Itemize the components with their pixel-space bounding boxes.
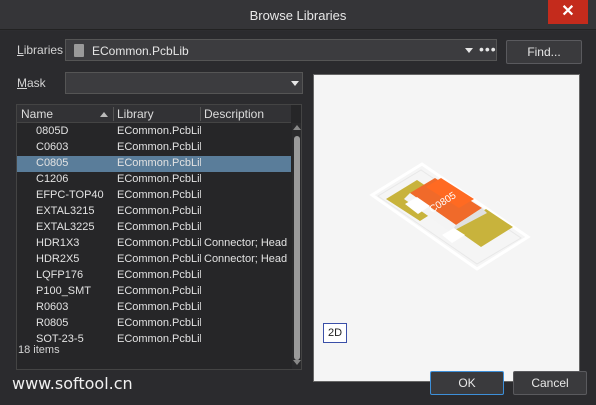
list-rows: 0805D ECommon.PcbLib C0603 ECommon.PcbLib C0…: [17, 124, 291, 369]
vertical-scrollbar[interactable]: [292, 123, 301, 369]
table-row[interactable]: R0805 ECommon.PcbLib: [17, 316, 291, 332]
libraries-label: Libraries: [17, 43, 64, 57]
table-row[interactable]: LQFP176 ECommon.PcbLib: [17, 268, 291, 284]
sort-ascending-icon: [100, 112, 108, 117]
table-row[interactable]: EXTAL3215 ECommon.PcbLib: [17, 204, 291, 220]
footprint-preview[interactable]: C0805 2D: [313, 74, 580, 382]
window-title: Browse Libraries: [249, 8, 347, 23]
cell-name: EXTAL3215: [36, 205, 95, 217]
cell-name: C0805: [36, 157, 69, 169]
column-header-name[interactable]: Name: [21, 107, 53, 121]
table-row[interactable]: HDR1X3 ECommon.PcbLib Connector; Head: [17, 236, 291, 252]
cell-library: ECommon.PcbLib: [117, 333, 201, 345]
cell-library: ECommon.PcbLib: [117, 157, 201, 169]
libraries-value: ECommon.PcbLib: [92, 44, 189, 58]
table-row[interactable]: C0805 ECommon.PcbLib: [17, 156, 291, 172]
libraries-combo[interactable]: ECommon.PcbLib •••: [65, 39, 497, 61]
table-row[interactable]: C1206 ECommon.PcbLib: [17, 172, 291, 188]
table-row[interactable]: C0603 ECommon.PcbLib: [17, 140, 291, 156]
table-row[interactable]: R0603 ECommon.PcbLib: [17, 300, 291, 316]
cell-library: ECommon.PcbLib: [117, 253, 201, 265]
cancel-button[interactable]: Cancel: [513, 371, 587, 395]
items-count: 18 items: [18, 344, 60, 356]
cell-name: HDR1X3: [36, 237, 80, 249]
cell-library: ECommon.PcbLib: [117, 189, 201, 201]
cell-library: ECommon.PcbLib: [117, 173, 201, 185]
cell-description: Connector; Head: [204, 237, 288, 249]
cell-name: 0805D: [36, 125, 69, 137]
cell-library: ECommon.PcbLib: [117, 237, 201, 249]
chevron-down-icon[interactable]: [465, 48, 473, 53]
footprint-3d-model: C0805: [369, 162, 531, 271]
watermark-logo: www.softool.cn: [12, 374, 133, 393]
scroll-down-icon[interactable]: [293, 360, 301, 365]
find-button[interactable]: Find...: [506, 40, 582, 64]
cell-name: R0603: [36, 301, 69, 313]
chevron-down-icon[interactable]: [291, 81, 299, 86]
table-row[interactable]: P100_SMT ECommon.PcbLib: [17, 284, 291, 300]
cell-name: EXTAL3225: [36, 221, 95, 233]
cell-library: ECommon.PcbLib: [117, 317, 201, 329]
scrollbar-thumb[interactable]: [294, 136, 300, 360]
cell-name: C0603: [36, 141, 69, 153]
mask-combo[interactable]: [65, 72, 303, 94]
close-button[interactable]: ✕: [548, 0, 588, 24]
scroll-up-icon[interactable]: [293, 125, 301, 130]
component-list[interactable]: Name Library Description 0805D ECommon.Pc…: [16, 104, 302, 370]
cell-name: HDR2X5: [36, 253, 80, 265]
column-divider[interactable]: [113, 107, 114, 121]
table-row[interactable]: HDR2X5 ECommon.PcbLib Connector; Head: [17, 252, 291, 268]
title-bar: Browse Libraries ✕: [0, 0, 596, 30]
list-header: Name Library Description: [17, 105, 291, 123]
ok-button[interactable]: OK: [430, 371, 504, 395]
library-icon: [74, 44, 84, 57]
cell-name: C1206: [36, 173, 69, 185]
cell-name: LQFP176: [36, 269, 84, 281]
cell-library: ECommon.PcbLib: [117, 125, 201, 137]
cell-name: R0805: [36, 317, 69, 329]
column-divider[interactable]: [200, 107, 201, 121]
cell-library: ECommon.PcbLib: [117, 301, 201, 313]
cell-description: Connector; Head: [204, 253, 288, 265]
mask-label: Mask: [17, 76, 46, 90]
cell-library: ECommon.PcbLib: [117, 269, 201, 281]
dialog-body: Libraries ECommon.PcbLib ••• Find... Mas…: [0, 31, 596, 405]
cell-library: ECommon.PcbLib: [117, 285, 201, 297]
2d-toggle-button[interactable]: 2D: [323, 323, 347, 343]
table-row[interactable]: 0805D ECommon.PcbLib: [17, 124, 291, 140]
table-row[interactable]: EFPC-TOP40 ECommon.PcbLib: [17, 188, 291, 204]
cell-name: EFPC-TOP40: [36, 189, 104, 201]
cell-library: ECommon.PcbLib: [117, 205, 201, 217]
more-options-icon[interactable]: •••: [479, 41, 497, 57]
column-header-library[interactable]: Library: [117, 107, 154, 121]
column-header-description[interactable]: Description: [204, 107, 264, 121]
cell-library: ECommon.PcbLib: [117, 141, 201, 153]
cell-name: P100_SMT: [36, 285, 92, 297]
table-row[interactable]: EXTAL3225 ECommon.PcbLib: [17, 220, 291, 236]
cell-library: ECommon.PcbLib: [117, 221, 201, 233]
